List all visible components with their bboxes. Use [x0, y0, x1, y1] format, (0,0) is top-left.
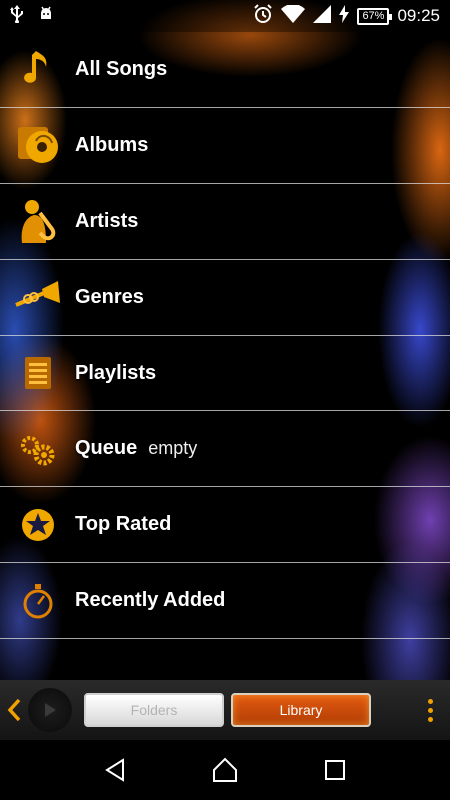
clock: 09:25	[397, 6, 440, 25]
menu-label: Top Rated	[75, 513, 172, 536]
music-note-icon	[0, 32, 75, 107]
saxophone-player-icon	[0, 184, 75, 259]
star-icon	[0, 487, 75, 562]
menu-item-all-songs[interactable]: All Songs	[0, 32, 450, 108]
battery-level: 67%	[357, 7, 393, 25]
status-bar: 67% 09:25	[0, 0, 450, 32]
queue-gears-icon	[0, 411, 75, 486]
stopwatch-icon	[0, 563, 75, 638]
menu-item-artists[interactable]: Artists	[0, 184, 450, 260]
menu-item-playlists[interactable]: Playlists	[0, 336, 450, 412]
menu-label: Artists	[75, 209, 139, 232]
library-menu: All Songs Albums Artists Genres Playlist	[0, 32, 450, 640]
bottom-toolbar: Folders Library	[0, 680, 450, 740]
overflow-menu-icon[interactable]	[410, 680, 450, 740]
menu-label: Queue	[75, 437, 138, 460]
recents-icon[interactable]	[315, 750, 355, 790]
play-icon[interactable]	[28, 688, 72, 732]
tab-library[interactable]: Library	[231, 693, 371, 727]
menu-item-top-rated[interactable]: Top Rated	[0, 487, 450, 564]
android-debug-icon	[38, 5, 54, 28]
signal-icon	[313, 4, 332, 28]
tab-folders[interactable]: Folders	[84, 693, 224, 727]
chevron-left-icon[interactable]	[0, 680, 28, 740]
home-icon[interactable]	[205, 750, 245, 790]
menu-label: Genres	[75, 285, 144, 308]
menu-item-recently-added[interactable]: Recently Added	[0, 563, 450, 640]
menu-item-genres[interactable]: Genres	[0, 260, 450, 336]
menu-label: Playlists	[75, 361, 157, 384]
menu-label: Albums	[75, 133, 149, 156]
trumpet-icon	[0, 260, 75, 335]
menu-label: All Songs	[75, 57, 168, 80]
back-icon[interactable]	[95, 750, 135, 790]
playlist-icon	[0, 336, 75, 411]
menu-item-albums[interactable]: Albums	[0, 108, 450, 184]
menu-item-queue[interactable]: Queue empty	[0, 411, 450, 488]
screen: 67% 09:25 All Songs Albums Artists Genre…	[0, 0, 450, 800]
wifi-icon	[281, 3, 306, 28]
menu-label: Recently Added	[75, 589, 226, 612]
album-disc-icon	[0, 108, 75, 183]
queue-status: empty	[148, 438, 198, 459]
system-nav-bar	[0, 740, 450, 800]
usb-icon	[10, 4, 24, 28]
alarm-icon	[253, 3, 273, 29]
charging-icon	[339, 4, 350, 28]
